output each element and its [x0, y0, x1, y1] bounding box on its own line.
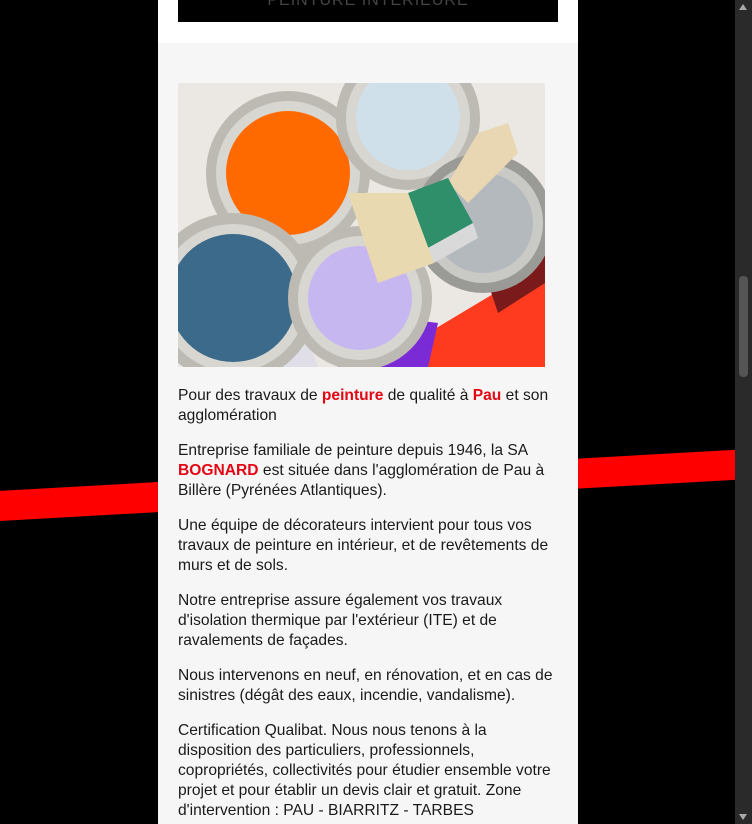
p1-text-b: de qualité à — [383, 387, 473, 404]
scroll-up-arrow-icon[interactable] — [739, 4, 747, 10]
p2-text-a: Entreprise familiale de peinture depuis … — [178, 442, 528, 459]
intro-paragraph-4: Notre entreprise assure également vos tr… — [178, 592, 503, 649]
intro-paragraph-2: Entreprise familiale de peinture depuis … — [178, 441, 563, 501]
p1-text-a: Pour des travaux de — [178, 387, 322, 404]
content-column: PEINTURE INTÉRIEURE Pour des travaux de … — [158, 0, 578, 824]
interior-paint-button[interactable]: PEINTURE INTÉRIEURE — [178, 0, 558, 22]
vertical-scrollbar[interactable] — [735, 0, 752, 824]
intro-text: Pour des travaux de peinture de qualité … — [178, 386, 563, 824]
interior-paint-button-label: PEINTURE INTÉRIEURE — [267, 0, 469, 9]
paint-cans-illustration — [178, 83, 545, 367]
intro-paragraph-6: Certification Qualibat. Nous nous tenons… — [178, 722, 551, 819]
intro-paragraph-5: Nous intervenons en neuf, en rénovation,… — [178, 667, 553, 704]
intro-paragraph-1: Pour des travaux de peinture de qualité … — [178, 386, 563, 426]
top-section: PEINTURE INTÉRIEURE — [158, 0, 578, 43]
scroll-down-arrow-icon[interactable] — [739, 814, 747, 820]
p1-highlight-pau: Pau — [472, 387, 502, 404]
hero-image — [178, 83, 545, 367]
intro-paragraph-3: Une équipe de décorateurs intervient pou… — [178, 517, 549, 574]
p1-highlight-peinture: peinture — [321, 387, 384, 404]
p2-highlight-bognard: BOGNARD — [178, 462, 259, 479]
scrollbar-thumb[interactable] — [739, 276, 748, 377]
